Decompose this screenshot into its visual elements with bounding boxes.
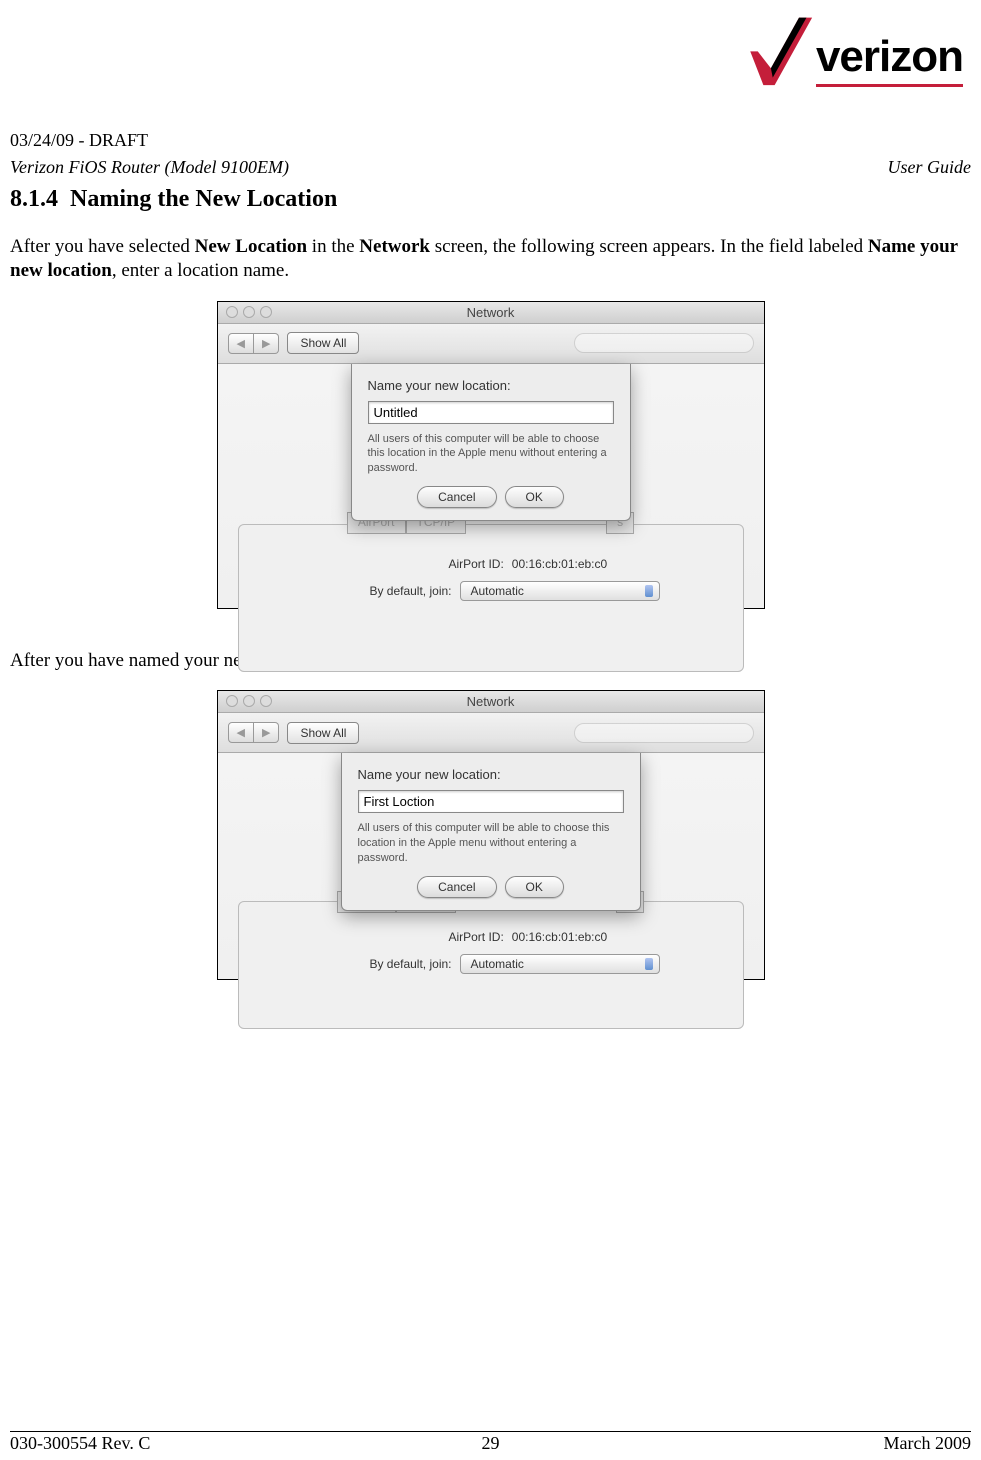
section-number: 8.1.4 [10, 186, 58, 212]
page-footer: 030-300554 Rev. C 29 March 2009 [10, 1433, 971, 1454]
name-location-sheet: Name your new location: All users of thi… [351, 364, 631, 522]
default-join-dropdown[interactable]: Automatic [460, 954, 660, 974]
airport-id-label: AirPort ID: [374, 557, 504, 571]
sheet-label: Name your new location: [358, 767, 624, 782]
window-content: AirPort ID: 00:16:cb:01:eb:c0 By default… [218, 753, 764, 983]
zoom-icon[interactable] [260, 695, 272, 707]
search-input[interactable] [574, 723, 754, 743]
location-name-input[interactable] [358, 790, 624, 813]
traffic-lights [226, 695, 272, 707]
airport-id-value: 00:16:cb:01:eb:c0 [512, 557, 607, 571]
screenshot-1: Network ◀ ▶ Show All AirPort ID: 00:16:c… [217, 301, 765, 609]
window-title: Network [467, 694, 515, 709]
sheet-description: All users of this computer will be able … [368, 432, 614, 477]
footer-rule [10, 1431, 971, 1432]
default-join-label: By default, join: [322, 957, 452, 971]
cancel-button[interactable]: Cancel [417, 486, 496, 508]
footer-center: 29 [482, 1433, 500, 1454]
verizon-check-icon [739, 12, 814, 87]
p1-t2: in the [307, 236, 359, 257]
paragraph-1: After you have selected New Location in … [10, 235, 971, 283]
show-all-button[interactable]: Show All [287, 332, 359, 354]
sheet-label: Name your new location: [368, 378, 614, 393]
close-icon[interactable] [226, 306, 238, 318]
minimize-icon[interactable] [243, 695, 255, 707]
default-join-row: By default, join: Automatic [259, 581, 723, 601]
window-title: Network [467, 305, 515, 320]
window-titlebar: Network [218, 302, 764, 324]
default-join-label: By default, join: [322, 584, 452, 598]
verizon-logo: verizon [739, 12, 963, 87]
airport-id-label: AirPort ID: [374, 930, 504, 944]
footer-left: 030-300554 Rev. C [10, 1433, 150, 1454]
default-join-value: Automatic [471, 957, 524, 971]
airport-id-row: AirPort ID: 00:16:cb:01:eb:c0 [259, 557, 723, 571]
p1-b2: Network [359, 236, 430, 257]
ok-button[interactable]: OK [505, 486, 564, 508]
section-heading: Naming the New Location [70, 186, 337, 212]
footer-right: March 2009 [884, 1433, 971, 1454]
section-title: 8.1.4 Naming the New Location [10, 186, 971, 213]
search-input[interactable] [574, 333, 754, 353]
show-all-button[interactable]: Show All [287, 722, 359, 744]
traffic-lights [226, 306, 272, 318]
ok-button[interactable]: OK [505, 876, 564, 898]
airport-id-value: 00:16:cb:01:eb:c0 [512, 930, 607, 944]
forward-button[interactable]: ▶ [254, 722, 279, 743]
airport-id-row: AirPort ID: 00:16:cb:01:eb:c0 [259, 930, 723, 944]
back-button[interactable]: ◀ [228, 333, 254, 354]
close-icon[interactable] [226, 695, 238, 707]
doc-header-left: Verizon FiOS Router (Model 9100EM) [10, 157, 289, 178]
background-panel: AirPort ID: 00:16:cb:01:eb:c0 By default… [238, 524, 744, 672]
p1-t3: screen, the following screen appears. In… [430, 236, 868, 257]
window-titlebar: Network [218, 691, 764, 713]
toolbar: ◀ ▶ Show All [218, 713, 764, 753]
back-button[interactable]: ◀ [228, 722, 254, 743]
p1-t1: After you have selected [10, 236, 195, 257]
forward-button[interactable]: ▶ [254, 333, 279, 354]
name-location-sheet: Name your new location: All users of thi… [341, 753, 641, 911]
doc-header: Verizon FiOS Router (Model 9100EM) User … [10, 157, 971, 178]
cancel-button[interactable]: Cancel [417, 876, 496, 898]
minimize-icon[interactable] [243, 306, 255, 318]
toolbar: ◀ ▶ Show All [218, 324, 764, 364]
background-panel: AirPort ID: 00:16:cb:01:eb:c0 By default… [238, 901, 744, 1029]
screenshot-2: Network ◀ ▶ Show All AirPort ID: 00:16:c… [217, 690, 765, 980]
nav-buttons[interactable]: ◀ ▶ [228, 333, 280, 354]
p1-b1: New Location [195, 236, 307, 257]
default-join-dropdown[interactable]: Automatic [460, 581, 660, 601]
default-join-value: Automatic [471, 584, 524, 598]
sheet-description: All users of this computer will be able … [358, 821, 624, 866]
zoom-icon[interactable] [260, 306, 272, 318]
nav-buttons[interactable]: ◀ ▶ [228, 722, 280, 743]
default-join-row: By default, join: Automatic [259, 954, 723, 974]
p1-t4: , enter a location name. [112, 260, 289, 281]
verizon-wordmark: verizon [816, 32, 963, 87]
doc-header-right: User Guide [888, 157, 972, 178]
window-content: AirPort ID: 00:16:cb:01:eb:c0 By default… [218, 364, 764, 608]
location-name-input[interactable] [368, 401, 614, 424]
